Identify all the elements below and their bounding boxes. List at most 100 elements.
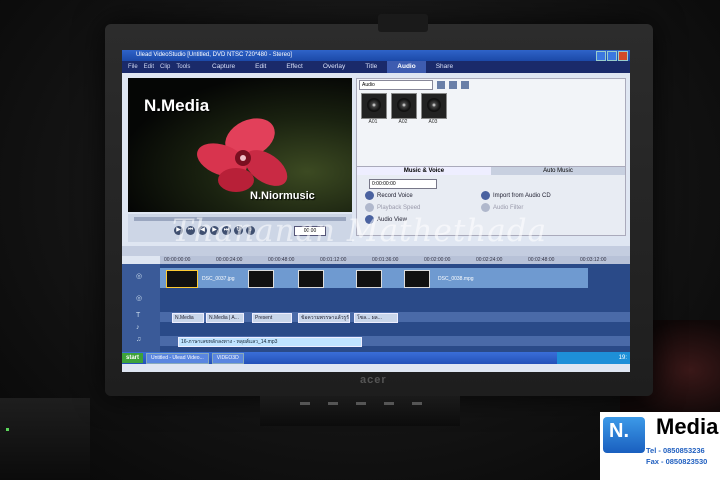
monitor-screen: Ulead VideoStudio [Untitled, DVD NTSC 72…	[122, 50, 630, 372]
title-clip[interactable]: ข้อความพรรษาแล้วรูรัน	[298, 313, 350, 323]
audio-filter-label: Audio Filter	[493, 204, 524, 211]
duration-field[interactable]: 0:00:00:00	[369, 179, 437, 189]
maximize-icon[interactable]	[607, 51, 617, 61]
window-title: Ulead VideoStudio [Untitled, DVD NTSC 72…	[136, 52, 292, 58]
overlay-track-icon: ◎	[136, 295, 143, 302]
library-item-label: A03	[428, 119, 438, 125]
window-titlebar: Ulead VideoStudio [Untitled, DVD NTSC 72…	[122, 50, 630, 61]
title-clip[interactable]: N.Media | A...	[206, 313, 244, 323]
tab-capture[interactable]: Capture	[202, 61, 245, 73]
taskbar-item[interactable]: VIDEO3D	[211, 352, 244, 364]
menu-edit[interactable]: Edit	[144, 64, 154, 70]
video-clip[interactable]	[166, 270, 198, 288]
minimize-icon[interactable]	[596, 51, 606, 61]
library-item[interactable]: A01	[361, 93, 387, 125]
tab-overlay[interactable]: Overlay	[313, 61, 355, 73]
options-tabs: Music & Voice Auto Music	[357, 167, 625, 175]
ruler-tick: 00:00:24:00	[216, 257, 243, 263]
audio-thumb-icon	[361, 93, 387, 119]
video-track-icon: ◎	[136, 273, 143, 280]
import-cd-label: Import from Audio CD	[493, 192, 551, 199]
title-clip[interactable]: N.Media	[172, 313, 204, 323]
preview-subtitle-text: N.Niormusic	[250, 190, 315, 202]
record-voice-label: Record Voice	[377, 192, 413, 199]
monitor-base	[260, 396, 460, 426]
step-tabs: Capture Edit Effect Overlay Title Audio …	[202, 61, 463, 73]
library-panel: Audio A01 A02 A03	[356, 78, 626, 168]
ruler-tick: 00:02:48:00	[528, 257, 555, 263]
sort-icon[interactable]	[461, 81, 469, 89]
video-clip[interactable]	[404, 270, 430, 288]
library-dropdown[interactable]: Audio	[359, 80, 433, 90]
library-item[interactable]: A02	[391, 93, 417, 125]
taskbar: start Untitled - Ulead Video... VIDEO3D …	[122, 352, 630, 364]
logo-fax: Fax - 0850823530	[646, 457, 708, 466]
power-led	[6, 428, 9, 431]
ruler-tick: 00:02:24:00	[476, 257, 503, 263]
video-clip[interactable]	[356, 270, 382, 288]
close-icon[interactable]	[618, 51, 628, 61]
title-track-icon: T	[136, 312, 141, 319]
video-clip-name: DSC_0038.mpg	[438, 276, 474, 282]
title-clip[interactable]: โซล... ผล...	[354, 313, 398, 323]
preview-window: N.Media N.Niormusic	[128, 78, 352, 212]
import-cd-button[interactable]: Import from Audio CD	[481, 191, 551, 200]
filter-icon	[481, 203, 490, 212]
library-item-label: A01	[368, 119, 378, 125]
music-track-icon: ♫	[136, 336, 142, 343]
ruler-tick: 00:00:48:00	[268, 257, 295, 263]
title-clip[interactable]: Present	[252, 313, 292, 323]
system-clock: 19:	[557, 352, 630, 364]
watermark-text: Thananan Mathethada	[172, 213, 548, 249]
tab-effect[interactable]: Effect	[276, 61, 313, 73]
start-button[interactable]: start	[122, 353, 144, 363]
ruler-tick: 00:03:12:00	[580, 257, 607, 263]
tab-share[interactable]: Share	[426, 61, 463, 73]
audio-thumb-icon	[421, 93, 447, 119]
options-icon[interactable]	[449, 81, 457, 89]
playback-speed-label: Playback Speed	[377, 204, 421, 211]
speed-icon	[365, 203, 374, 212]
menubar: File Edit Clip Tools Capture Edit Effect…	[122, 61, 630, 73]
audio-filter-button[interactable]: Audio Filter	[481, 203, 523, 212]
voice-track-icon: ♪	[136, 324, 140, 331]
menu-clip[interactable]: Clip	[160, 64, 170, 70]
logo-mark: N.	[603, 417, 645, 453]
microphone-icon	[365, 191, 374, 200]
tab-title[interactable]: Title	[355, 61, 387, 73]
menu-file[interactable]: File	[128, 64, 138, 70]
tab-auto-music[interactable]: Auto Music	[491, 167, 625, 175]
ruler-tick: 00:01:12:00	[320, 257, 347, 263]
ruler-tick: 00:00:00:00	[164, 257, 191, 263]
folder-icon[interactable]	[437, 81, 445, 89]
flower-image	[197, 118, 288, 192]
timeline-ruler[interactable]: 00:00:00:00 00:00:24:00 00:00:48:00 00:0…	[160, 256, 630, 264]
desk-device	[0, 398, 90, 480]
nmedia-logo: N. Media Tel - 0850853236 Fax - 08508235…	[600, 412, 720, 480]
library-item-label: A02	[398, 119, 408, 125]
preview-title-text: N.Media	[144, 96, 210, 115]
logo-mark-text: N.	[609, 420, 629, 442]
video-clip-name: DSC_0037.jpg	[202, 276, 235, 282]
cd-icon	[481, 191, 490, 200]
logo-word: Media	[656, 414, 719, 439]
taskbar-item[interactable]: Untitled - Ulead Video...	[146, 352, 209, 364]
music-clip[interactable]: 16-ภาษาเลขหลักลงทาง - หลุยส์แลว_14.mp3	[178, 337, 362, 347]
library-header: Audio	[357, 79, 625, 91]
video-clip[interactable]	[298, 270, 324, 288]
menu-tools[interactable]: Tools	[176, 64, 190, 70]
window-controls	[596, 51, 628, 61]
tab-audio[interactable]: Audio	[387, 61, 426, 73]
tab-edit[interactable]: Edit	[245, 61, 276, 73]
logo-tel: Tel - 0850853236	[646, 446, 705, 455]
ruler-tick: 00:02:00:00	[424, 257, 451, 263]
video-clip[interactable]	[248, 270, 274, 288]
tab-music-voice[interactable]: Music & Voice	[357, 167, 491, 175]
audio-thumb-icon	[391, 93, 417, 119]
library-item[interactable]: A03	[421, 93, 447, 125]
monitor-brand: acer	[360, 374, 387, 386]
playback-speed-button[interactable]: Playback Speed	[365, 203, 420, 212]
record-voice-button[interactable]: Record Voice	[365, 191, 413, 200]
monitor-buttons	[300, 402, 430, 406]
ruler-tick: 00:01:36:00	[372, 257, 399, 263]
